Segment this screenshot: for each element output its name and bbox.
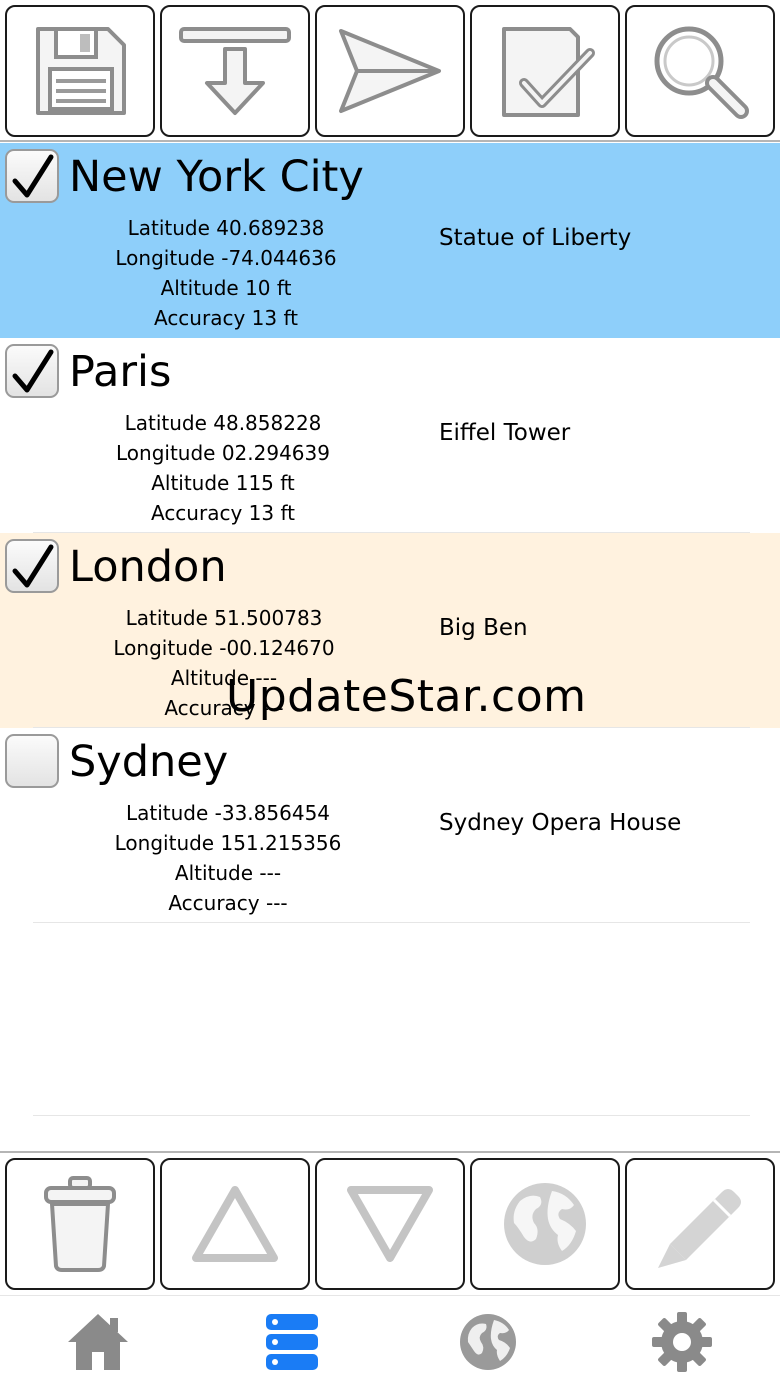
edit-button[interactable] (625, 1158, 775, 1290)
longitude: Longitude -00.124670 (113, 636, 335, 660)
save-button[interactable] (5, 5, 155, 137)
pencil-edit-icon (658, 1189, 741, 1268)
longitude: Longitude 02.294639 (116, 441, 330, 465)
list-item[interactable]: Sydney Latitude -33.856454 Longitude 151… (0, 728, 780, 923)
send-button[interactable] (315, 5, 465, 137)
select-all-button[interactable] (470, 5, 620, 137)
trash-can-icon (44, 1176, 116, 1272)
checkbox[interactable] (5, 539, 59, 593)
altitude: Altitude 115 ft (151, 471, 295, 495)
move-down-button[interactable] (315, 1158, 465, 1290)
altitude: Altitude 10 ft (160, 276, 292, 300)
tab-bar (0, 1295, 780, 1387)
checkbox[interactable] (5, 734, 59, 788)
longitude: Longitude -74.044636 (115, 246, 337, 270)
checkmark-icon (12, 349, 54, 393)
coordinates: Latitude -33.856454 Longitude 151.215356… (38, 798, 418, 918)
coordinates: Latitude 48.858228 Longitude 02.294639 A… (33, 408, 413, 528)
city-name: New York City (69, 152, 364, 202)
altitude: Altitude --- (174, 861, 282, 885)
import-button[interactable] (160, 5, 310, 137)
move-up-triangle-icon (192, 1186, 278, 1262)
search-button[interactable] (625, 5, 775, 137)
city-name: Sydney (69, 737, 229, 787)
top-divider (0, 140, 780, 142)
gear-icon (652, 1312, 712, 1372)
row-separator (33, 922, 750, 923)
globe-icon (504, 1183, 586, 1265)
list-item[interactable]: New York City Latitude 40.689238 Longitu… (0, 143, 780, 338)
latitude: Latitude 51.500783 (125, 606, 323, 630)
tab-list[interactable] (260, 1310, 324, 1374)
checkmark-icon (12, 544, 54, 588)
checkbox[interactable] (5, 344, 59, 398)
landmark-name: Eiffel Tower (439, 420, 571, 446)
checkbox[interactable] (5, 149, 59, 203)
move-down-triangle-icon (347, 1186, 433, 1262)
home-icon (68, 1314, 128, 1370)
coordinates: Latitude 40.689238 Longitude -74.044636 … (36, 213, 416, 333)
floppy-disk-icon (36, 27, 126, 115)
landmark-name: Statue of Liberty (439, 225, 632, 251)
location-list: New York City Latitude 40.689238 Longitu… (0, 143, 780, 923)
landmark-name: Sydney Opera House (439, 810, 682, 836)
download-arrow-icon (179, 27, 291, 115)
globe-icon (460, 1314, 516, 1370)
tab-settings[interactable] (650, 1310, 714, 1374)
tab-map[interactable] (456, 1310, 520, 1374)
checkbox-checked-icon (502, 27, 595, 117)
delete-button[interactable] (5, 1158, 155, 1290)
list-item[interactable]: Paris Latitude 48.858228 Longitude 02.29… (0, 338, 780, 533)
latitude: Latitude 48.858228 (124, 411, 322, 435)
latitude: Latitude -33.856454 (125, 801, 331, 825)
city-name: Paris (69, 347, 172, 397)
magnifier-search-icon (654, 26, 749, 119)
landmark-name: Big Ben (439, 615, 528, 641)
send-paper-plane-icon (339, 29, 441, 113)
accuracy: Accuracy 13 ft (153, 306, 298, 330)
top-toolbar (0, 0, 780, 140)
empty-row-separator (33, 1115, 750, 1116)
watermark-text: UpdateStar.com (226, 671, 587, 722)
city-name: London (69, 542, 227, 592)
longitude: Longitude 151.215356 (114, 831, 342, 855)
bottom-toolbar (0, 1153, 780, 1293)
map-button[interactable] (470, 1158, 620, 1290)
accuracy: Accuracy --- (168, 891, 288, 915)
checkmark-icon (12, 154, 54, 198)
tab-home[interactable] (66, 1310, 130, 1374)
move-up-button[interactable] (160, 1158, 310, 1290)
latitude: Latitude 40.689238 (127, 216, 325, 240)
accuracy: Accuracy 13 ft (150, 501, 295, 525)
list-database-icon (266, 1314, 318, 1370)
